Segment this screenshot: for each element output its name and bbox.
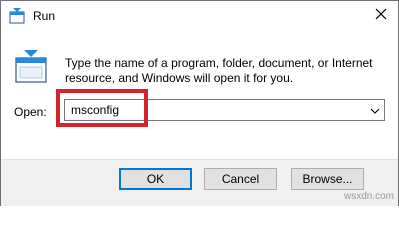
dropdown-button[interactable] — [366, 100, 384, 120]
ok-button[interactable]: OK — [119, 168, 192, 190]
dialog-description: Type the name of a program, folder, docu… — [65, 56, 373, 85]
title-bar[interactable]: Run — [1, 1, 398, 33]
open-label: Open: — [14, 105, 47, 119]
run-icon — [9, 8, 25, 24]
open-input[interactable]: msconfig — [71, 103, 119, 117]
chevron-down-icon — [370, 101, 380, 119]
close-icon — [375, 7, 387, 25]
watermark: wsxdn.com — [343, 191, 394, 202]
cancel-button[interactable]: Cancel — [204, 168, 277, 190]
run-dialog: Run Type the name of a program, folder, … — [0, 0, 399, 206]
open-combobox[interactable]: msconfig — [64, 99, 385, 121]
close-button[interactable] — [367, 3, 395, 29]
button-bar: OK Cancel Browse... wsxdn.com — [1, 159, 398, 206]
window-title: Run — [33, 9, 56, 23]
run-icon — [14, 50, 48, 84]
dialog-body: Type the name of a program, folder, docu… — [1, 33, 398, 159]
browse-button[interactable]: Browse... — [291, 168, 364, 190]
